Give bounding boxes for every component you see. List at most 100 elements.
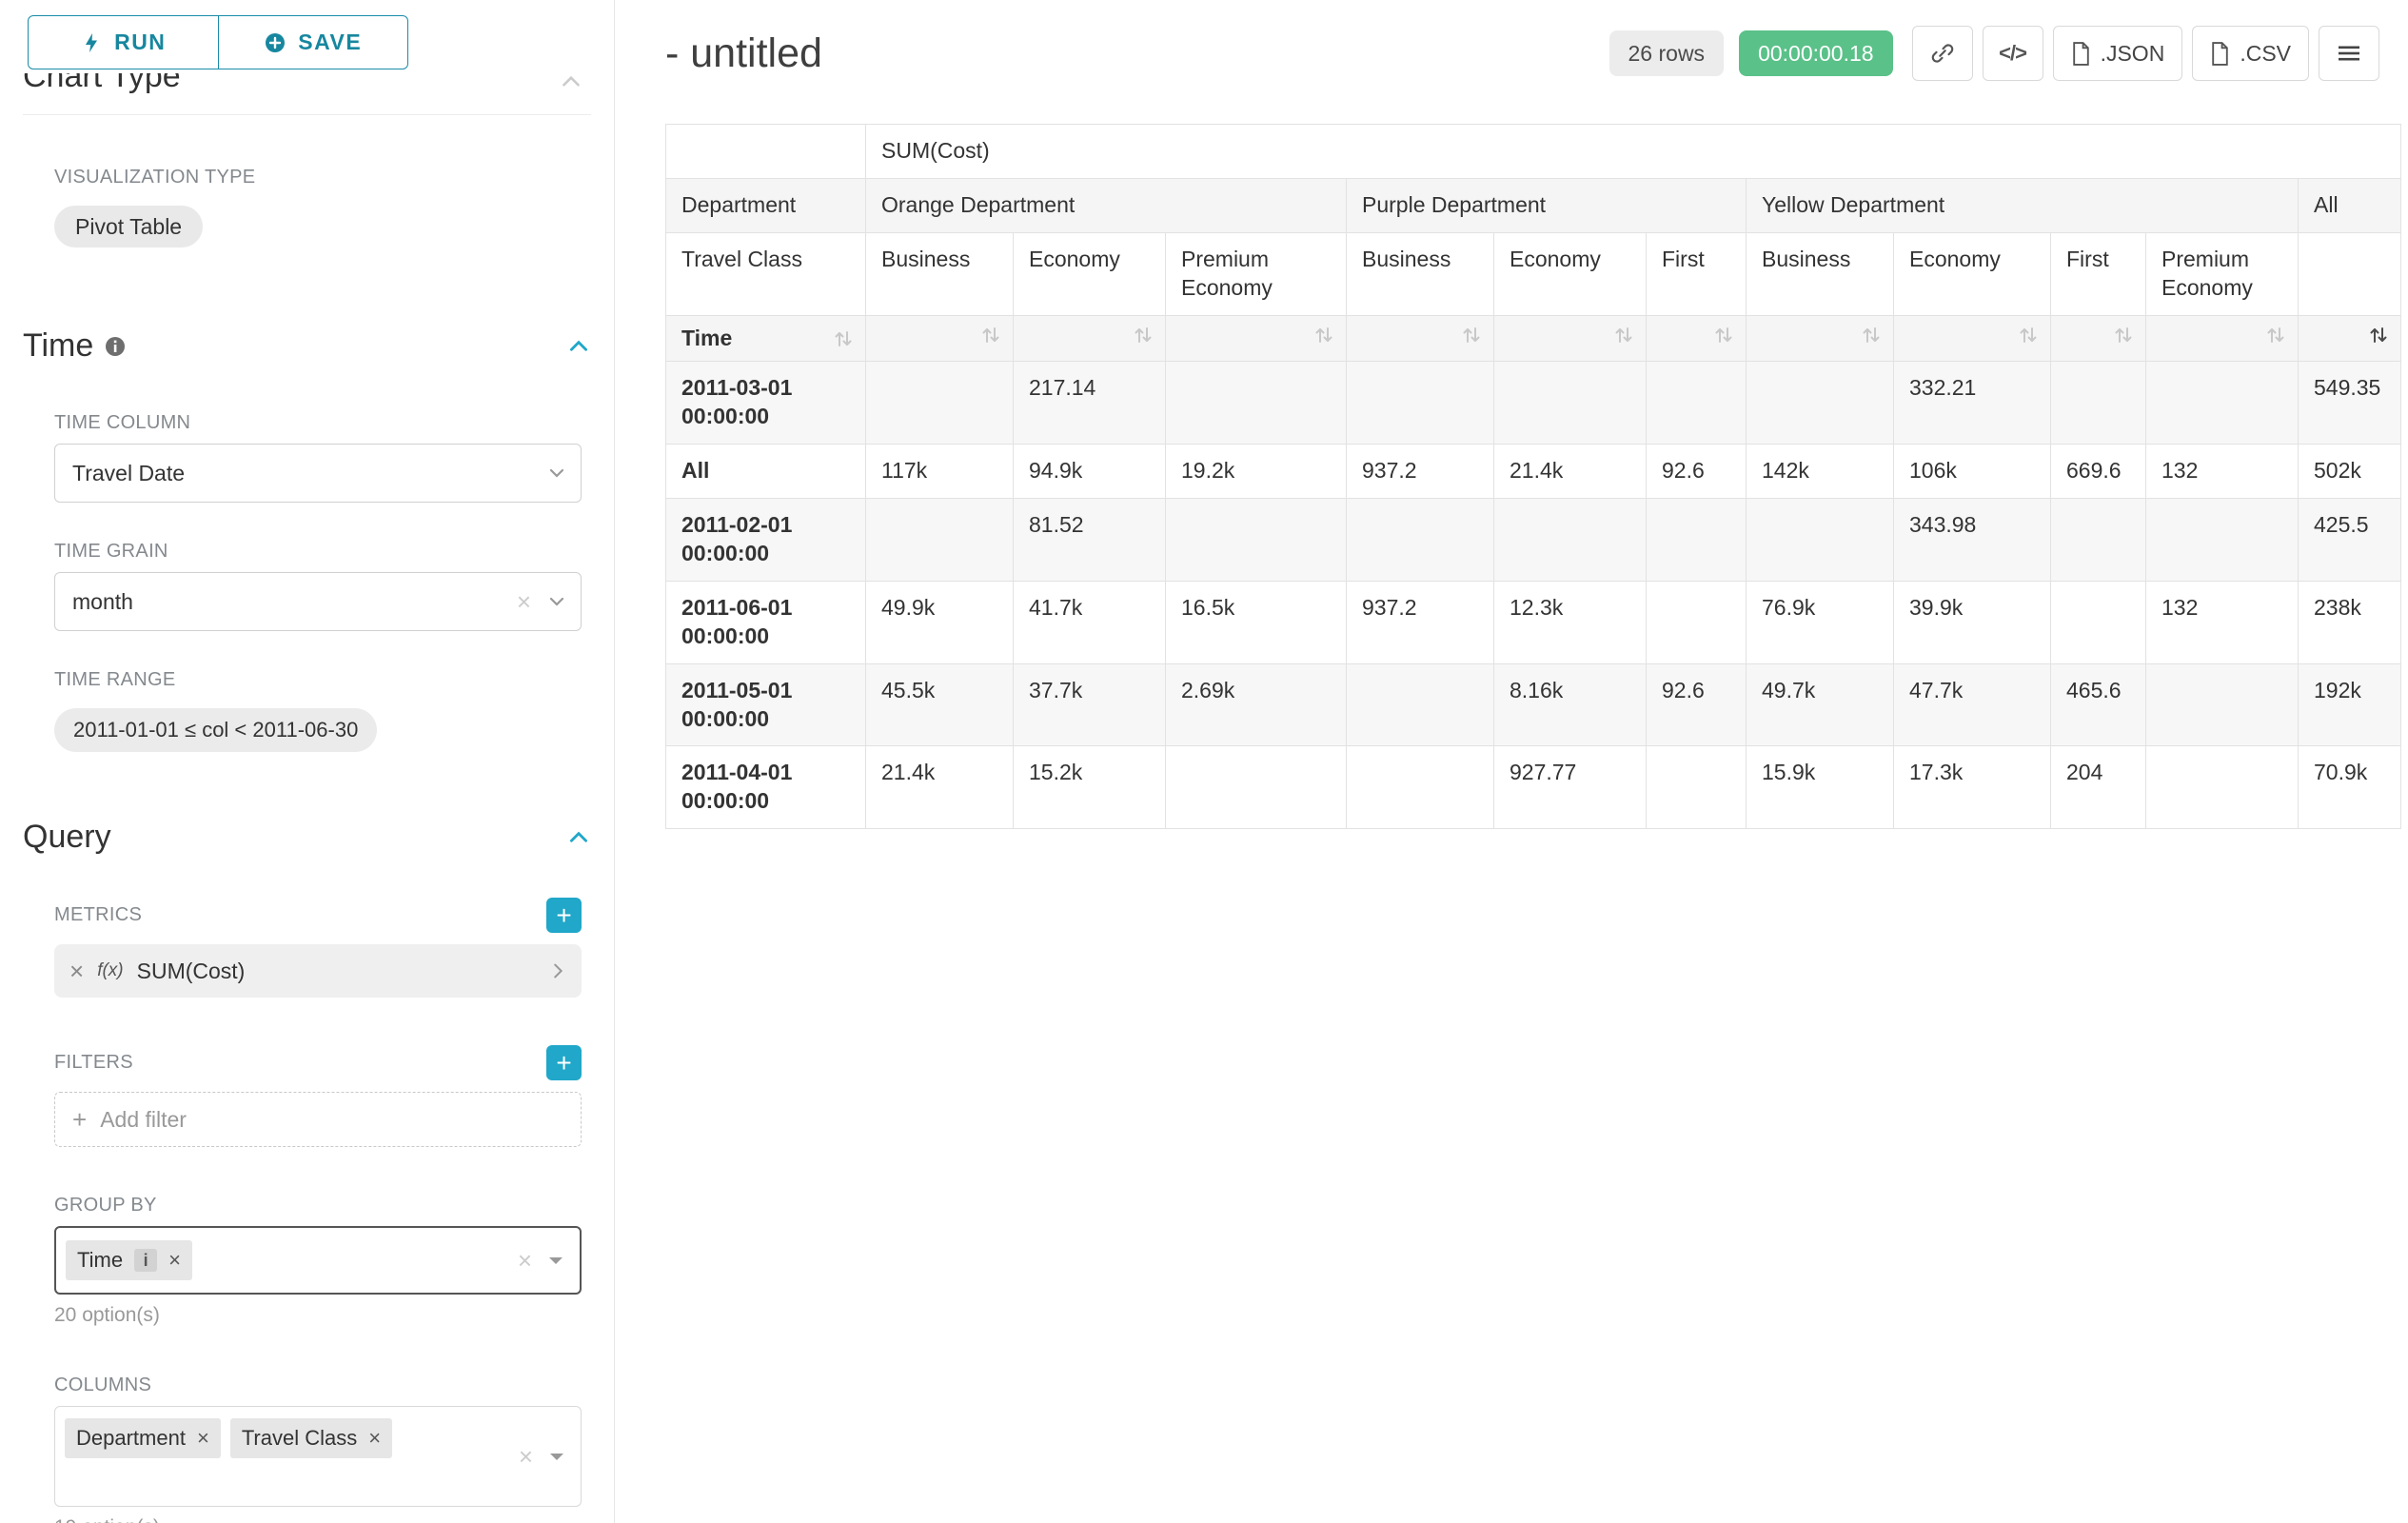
- sort-icon[interactable]: [833, 328, 854, 349]
- query-section-header[interactable]: Query: [23, 819, 591, 856]
- menu-button[interactable]: [2319, 26, 2379, 81]
- column-sort-cell[interactable]: [1647, 315, 1747, 362]
- function-icon: f(x): [97, 960, 123, 981]
- code-icon: </>: [1999, 41, 2026, 66]
- run-button[interactable]: RUN: [28, 15, 219, 69]
- metric-item[interactable]: × f(x) SUM(Cost): [54, 944, 582, 998]
- remove-chip-icon[interactable]: ×: [197, 1428, 209, 1449]
- add-filter-plus-button[interactable]: +: [546, 1045, 582, 1080]
- view-query-button[interactable]: </>: [1983, 26, 2043, 81]
- pivot-value-cell: 117k: [866, 445, 1014, 499]
- table-row: All117k94.9k19.2k937.221.4k92.6142k106k6…: [666, 445, 2401, 499]
- pivot-value-cell: [1166, 499, 1347, 582]
- pivot-table-container: SUM(Cost)DepartmentOrange DepartmentPurp…: [665, 124, 2379, 829]
- remove-chip-icon[interactable]: ×: [368, 1428, 381, 1449]
- time-column-select[interactable]: Travel Date: [54, 444, 582, 503]
- row-dimension-sort-cell[interactable]: Time: [666, 315, 866, 362]
- pivot-value-cell: 2.69k: [1166, 663, 1347, 746]
- pivot-value-cell: 343.98: [1894, 499, 2051, 582]
- visualization-type-label: VISUALIZATION TYPE: [54, 167, 582, 188]
- time-dimension-label: Time: [681, 325, 732, 353]
- columns-select[interactable]: Department × Travel Class × ×: [54, 1406, 582, 1507]
- chevron-up-icon[interactable]: [566, 334, 591, 359]
- pivot-value-cell: [1494, 362, 1647, 445]
- pivot-value-cell: 70.9k: [2299, 746, 2401, 829]
- sort-icon[interactable]: [2265, 325, 2286, 346]
- pivot-value-cell: 927.77: [1494, 746, 1647, 829]
- column-sort-cell[interactable]: [2051, 315, 2146, 362]
- column-sort-cell[interactable]: [1747, 315, 1894, 362]
- time-section-header[interactable]: Time: [23, 327, 591, 365]
- chevron-up-icon[interactable]: [559, 73, 583, 100]
- sort-icon[interactable]: [2368, 325, 2389, 346]
- chevron-up-icon[interactable]: [566, 825, 591, 850]
- pivot-value-cell: 937.2: [1347, 581, 1494, 663]
- pivot-value-cell: [1647, 581, 1747, 663]
- sort-icon[interactable]: [2018, 325, 2039, 346]
- pivot-value-cell: 81.52: [1014, 499, 1166, 582]
- chart-panel: - untitled 26 rows 00:00:00.18 </>: [615, 0, 2408, 1523]
- clear-icon[interactable]: ×: [519, 1444, 533, 1469]
- sort-icon[interactable]: [1861, 325, 1882, 346]
- pivot-value-cell: 15.2k: [1014, 746, 1166, 829]
- file-icon: [2210, 42, 2230, 66]
- group-by-chip: Time i ×: [66, 1240, 192, 1280]
- pivot-value-cell: [2051, 581, 2146, 663]
- pivot-value-cell: 21.4k: [1494, 445, 1647, 499]
- remove-chip-icon[interactable]: ×: [168, 1250, 181, 1271]
- column-sort-cell[interactable]: [1347, 315, 1494, 362]
- chevron-down-icon: [546, 463, 567, 484]
- column-sort-cell[interactable]: [2146, 315, 2299, 362]
- export-json-button[interactable]: .JSON: [2053, 26, 2183, 81]
- query-section-heading: Query: [23, 819, 111, 856]
- pivot-value-cell: [1347, 746, 1494, 829]
- pivot-value-cell: 425.5: [2299, 499, 2401, 582]
- sort-icon[interactable]: [1613, 325, 1634, 346]
- pivot-value-cell: [1647, 362, 1747, 445]
- pivot-value-cell: [866, 499, 1014, 582]
- pivot-value-cell: 21.4k: [866, 746, 1014, 829]
- chart-type-section-header: Chart Type: [23, 73, 591, 115]
- pivot-value-cell: 92.6: [1647, 445, 1747, 499]
- pivot-value-cell: 12.3k: [1494, 581, 1647, 663]
- info-icon[interactable]: [105, 336, 126, 357]
- link-icon: [1930, 41, 1955, 66]
- sort-icon[interactable]: [1461, 325, 1482, 346]
- sort-icon[interactable]: [2113, 325, 2134, 346]
- plus-circle-icon: [264, 31, 286, 54]
- column-sort-cell[interactable]: [1014, 315, 1166, 362]
- time-grain-select[interactable]: month ×: [54, 572, 582, 631]
- column-sort-cell[interactable]: [866, 315, 1014, 362]
- clear-icon[interactable]: ×: [517, 589, 531, 614]
- pivot-value-cell: 465.6: [2051, 663, 2146, 746]
- sort-icon[interactable]: [1713, 325, 1734, 346]
- travel-class-header: Economy: [1894, 232, 2051, 315]
- sort-icon[interactable]: [1313, 325, 1334, 346]
- column-sort-cell[interactable]: [1166, 315, 1347, 362]
- column-sort-cell[interactable]: [2299, 315, 2401, 362]
- pivot-value-cell: [1347, 663, 1494, 746]
- time-range-value[interactable]: 2011-01-01 ≤ col < 2011-06-30: [54, 708, 377, 752]
- info-icon[interactable]: i: [134, 1249, 157, 1272]
- add-filter-button[interactable]: + Add filter: [54, 1092, 582, 1147]
- visualization-type-value[interactable]: Pivot Table: [54, 206, 203, 247]
- sort-icon[interactable]: [980, 325, 1001, 346]
- column-sort-cell[interactable]: [1894, 315, 2051, 362]
- export-csv-label: .CSV: [2240, 41, 2291, 67]
- file-icon: [2071, 42, 2091, 66]
- pivot-value-cell: 49.9k: [866, 581, 1014, 663]
- remove-metric-icon[interactable]: ×: [69, 959, 84, 983]
- sort-icon[interactable]: [1133, 325, 1154, 346]
- save-button[interactable]: SAVE: [219, 15, 409, 69]
- run-button-label: RUN: [114, 30, 166, 55]
- all-column-subheader: [2299, 232, 2401, 315]
- pivot-value-cell: [1647, 746, 1747, 829]
- column-sort-cell[interactable]: [1494, 315, 1647, 362]
- copy-link-button[interactable]: [1912, 26, 1973, 81]
- export-csv-button[interactable]: .CSV: [2192, 26, 2309, 81]
- add-metric-button[interactable]: +: [546, 898, 582, 933]
- clear-icon[interactable]: ×: [518, 1248, 532, 1273]
- group-by-select[interactable]: Time i × ×: [54, 1226, 582, 1295]
- columns-chip-label: Travel Class: [242, 1426, 357, 1451]
- pivot-value-cell: 41.7k: [1014, 581, 1166, 663]
